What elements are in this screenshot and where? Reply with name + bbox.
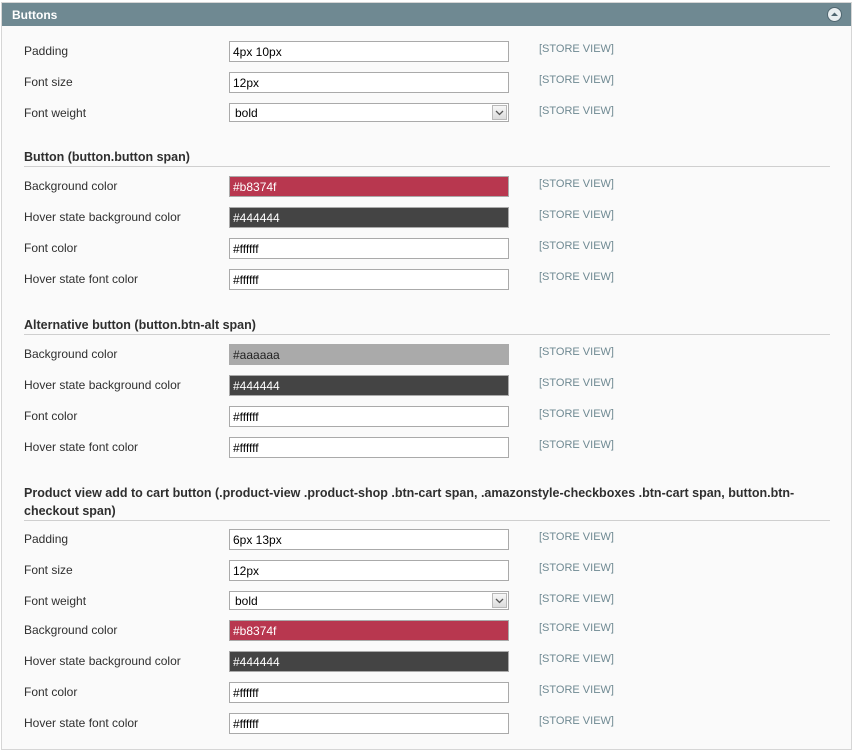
scope-label: [STORE VIEW]: [539, 653, 614, 665]
font-size-label: Font size: [24, 75, 73, 89]
buttons-config-panel: Buttons Padding [STORE VIEW] Font size […: [1, 2, 852, 750]
scope-label: [STORE VIEW]: [539, 531, 614, 543]
cart-hover-bg-color-input[interactable]: [229, 651, 509, 672]
row-button-bg: Background color [STORE VIEW]: [24, 176, 824, 198]
panel-header[interactable]: Buttons: [2, 3, 851, 26]
scope-label: [STORE VIEW]: [539, 593, 614, 605]
scope-label: [STORE VIEW]: [539, 408, 614, 420]
font-weight-label: Font weight: [24, 106, 87, 120]
section-title-button: Button (button.button span): [24, 148, 830, 167]
row-padding: Padding [STORE VIEW]: [24, 41, 824, 63]
row-cart-font-weight: Font weight bold [STORE VIEW]: [24, 591, 824, 613]
cart-bg-color-input[interactable]: [229, 620, 509, 641]
alt-font-color-label: Font color: [24, 409, 78, 423]
row-font-size: Font size [STORE VIEW]: [24, 72, 824, 94]
padding-input[interactable]: [229, 41, 509, 62]
button-hover-bg-color-input[interactable]: [229, 207, 509, 228]
scope-label: [STORE VIEW]: [539, 43, 614, 55]
scope-label: [STORE VIEW]: [539, 74, 614, 86]
alt-hover-bg-color-input[interactable]: [229, 375, 509, 396]
alt-bg-color-input[interactable]: [229, 344, 509, 365]
row-button-font-color: Font color [STORE VIEW]: [24, 238, 824, 260]
button-bg-color-input[interactable]: [229, 176, 509, 197]
cart-font-color-input[interactable]: [229, 682, 509, 703]
cart-hover-font-label: Hover state font color: [24, 716, 139, 730]
panel-title: Buttons: [12, 8, 58, 22]
font-size-input[interactable]: [229, 72, 509, 93]
scope-label: [STORE VIEW]: [539, 346, 614, 358]
scope-label: [STORE VIEW]: [539, 105, 614, 117]
button-bg-label: Background color: [24, 179, 118, 193]
button-hover-bg-label: Hover state background color: [24, 210, 181, 224]
scope-label: [STORE VIEW]: [539, 715, 614, 727]
row-cart-padding: Padding [STORE VIEW]: [24, 529, 824, 551]
alt-font-color-input[interactable]: [229, 406, 509, 427]
chevron-down-icon[interactable]: [492, 593, 507, 608]
chevron-down-icon[interactable]: [492, 105, 507, 120]
row-font-weight: Font weight bold [STORE VIEW]: [24, 103, 824, 125]
alt-hover-font-label: Hover state font color: [24, 440, 139, 454]
cart-font-weight-label: Font weight: [24, 594, 87, 608]
cart-padding-input[interactable]: [229, 529, 509, 550]
scope-label: [STORE VIEW]: [539, 377, 614, 389]
button-font-color-label: Font color: [24, 241, 78, 255]
row-cart-font-size: Font size [STORE VIEW]: [24, 560, 824, 582]
cart-font-size-input[interactable]: [229, 560, 509, 581]
alt-hover-bg-label: Hover state background color: [24, 378, 181, 392]
scope-label: [STORE VIEW]: [539, 178, 614, 190]
padding-label: Padding: [24, 44, 69, 58]
row-alt-hover-bg: Hover state background color [STORE VIEW…: [24, 375, 824, 397]
button-font-color-input[interactable]: [229, 238, 509, 259]
cart-font-color-label: Font color: [24, 685, 78, 699]
section-title-cart-button: Product view add to cart button (.produc…: [24, 484, 830, 521]
row-button-hover-font: Hover state font color [STORE VIEW]: [24, 269, 824, 291]
scope-label: [STORE VIEW]: [539, 209, 614, 221]
cart-hover-font-color-input[interactable]: [229, 713, 509, 734]
row-cart-hover-bg: Hover state background color [STORE VIEW…: [24, 651, 824, 673]
scope-label: [STORE VIEW]: [539, 622, 614, 634]
font-weight-select[interactable]: bold: [229, 103, 509, 122]
row-cart-bg: Background color [STORE VIEW]: [24, 620, 824, 642]
scope-label: [STORE VIEW]: [539, 271, 614, 283]
scope-label: [STORE VIEW]: [539, 684, 614, 696]
row-alt-font-color: Font color [STORE VIEW]: [24, 406, 824, 428]
cart-padding-label: Padding: [24, 532, 69, 546]
row-button-hover-bg: Hover state background color [STORE VIEW…: [24, 207, 824, 229]
cart-font-size-label: Font size: [24, 563, 73, 577]
cart-hover-bg-label: Hover state background color: [24, 654, 181, 668]
scope-label: [STORE VIEW]: [539, 562, 614, 574]
cart-font-weight-select[interactable]: bold: [229, 591, 509, 610]
alt-hover-font-color-input[interactable]: [229, 437, 509, 458]
row-cart-hover-font: Hover state font color [STORE VIEW]: [24, 713, 824, 735]
collapse-up-icon[interactable]: [827, 7, 842, 22]
scope-label: [STORE VIEW]: [539, 240, 614, 252]
row-alt-hover-font: Hover state font color [STORE VIEW]: [24, 437, 824, 459]
scope-label: [STORE VIEW]: [539, 439, 614, 451]
button-hover-font-color-input[interactable]: [229, 269, 509, 290]
cart-bg-label: Background color: [24, 623, 118, 637]
cart-font-weight-value: bold: [235, 594, 258, 608]
section-title-alt-button: Alternative button (button.btn-alt span): [24, 316, 830, 335]
font-weight-value: bold: [235, 106, 258, 120]
alt-bg-label: Background color: [24, 347, 118, 361]
row-cart-font-color: Font color [STORE VIEW]: [24, 682, 824, 704]
button-hover-font-label: Hover state font color: [24, 272, 139, 286]
row-alt-bg: Background color [STORE VIEW]: [24, 344, 824, 366]
